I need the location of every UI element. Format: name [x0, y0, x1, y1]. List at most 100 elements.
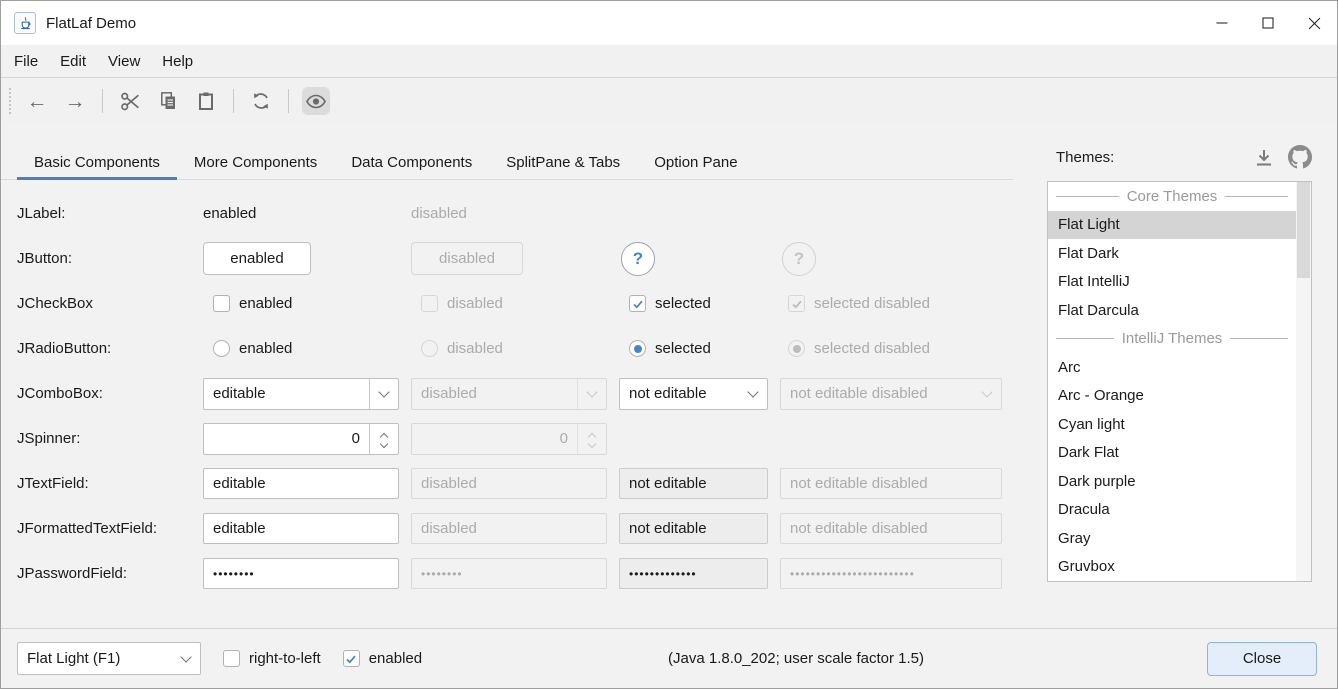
back-icon[interactable]: ← — [23, 87, 51, 115]
spinner-disabled: 0 — [411, 423, 607, 455]
radio-circle[interactable] — [213, 340, 230, 357]
show-hidden-eye-icon[interactable] — [302, 87, 330, 115]
password-field-not-editable: ••••••••••••• — [619, 558, 768, 589]
row-label: JFormattedTextField: — [17, 520, 191, 537]
disabled-button: disabled — [411, 242, 523, 275]
row-label: JSpinner: — [17, 430, 191, 447]
spinner-arrows[interactable] — [369, 424, 398, 454]
theme-list-item[interactable]: Dark purple — [1048, 467, 1296, 496]
theme-list-item[interactable]: Gray — [1048, 524, 1296, 553]
spinner[interactable]: 0 — [203, 423, 399, 455]
close-window-button[interactable] — [1291, 1, 1337, 45]
row-label: JLabel: — [17, 205, 191, 222]
toolbar-separator — [288, 89, 289, 113]
themes-label: Themes: — [1056, 149, 1114, 166]
theme-list-item[interactable]: Dracula — [1048, 496, 1296, 525]
window-title: FlatLaf Demo — [46, 15, 136, 32]
chevron-down-icon — [577, 379, 606, 409]
paste-icon[interactable] — [192, 87, 220, 115]
textfield-disabled: disabled — [411, 468, 607, 499]
github-icon[interactable] — [1288, 145, 1312, 169]
checkbox-enabled[interactable]: enabled — [213, 295, 292, 312]
scrollbar-thumb[interactable] — [1297, 182, 1310, 278]
theme-list-item[interactable]: Flat Darcula — [1048, 296, 1296, 325]
row-label: JPasswordField: — [17, 565, 191, 582]
combobox-disabled: disabled — [411, 378, 607, 410]
checkbox-box[interactable] — [223, 650, 240, 667]
checkbox-box[interactable] — [213, 295, 230, 312]
java-app-icon — [14, 12, 36, 34]
app-window: FlatLaf Demo FileEditViewHelp ← → — [0, 0, 1338, 689]
right-to-left-checkbox[interactable]: right-to-left — [223, 650, 321, 667]
row-label: JComboBox: — [17, 385, 191, 402]
themes-list: Core ThemesFlat LightFlat DarkFlat Intel… — [1047, 181, 1312, 582]
label-enabled: enabled — [203, 205, 256, 222]
status-bar: Flat Light (F1) right-to-left enabled (J… — [1, 628, 1337, 688]
formatted-textfield-editable[interactable]: editable — [203, 513, 399, 544]
password-field-editable[interactable]: •••••••• — [203, 558, 399, 589]
theme-list-item[interactable]: Dark Flat — [1048, 439, 1296, 468]
radio-selected-disabled: selected disabled — [788, 340, 930, 357]
close-button[interactable]: Close — [1207, 642, 1317, 676]
checkbox-selected[interactable]: selected — [629, 295, 711, 312]
laf-combobox[interactable]: Flat Light (F1) — [17, 642, 201, 675]
menu-item[interactable]: Edit — [49, 45, 97, 78]
theme-list-item[interactable]: Core Themes — [1048, 182, 1296, 211]
menu-item[interactable]: View — [97, 45, 151, 78]
radio-selected[interactable]: selected — [629, 340, 711, 357]
menu-item[interactable]: Help — [151, 45, 204, 78]
combobox-not-editable[interactable]: not editable — [619, 378, 768, 410]
theme-list-item[interactable]: Arc - Orange — [1048, 382, 1296, 411]
combobox-editable[interactable]: editable — [203, 378, 399, 410]
enabled-checkbox[interactable]: enabled — [343, 650, 422, 667]
toolbar-grip[interactable] — [9, 88, 11, 114]
tab[interactable]: Data Components — [334, 145, 489, 179]
chevron-down-icon — [972, 379, 1001, 409]
textfield-editable[interactable]: editable — [203, 468, 399, 499]
combobox-not-editable-disabled: not editable disabled — [780, 378, 1002, 410]
minimize-button[interactable] — [1199, 1, 1245, 45]
forward-icon[interactable]: → — [61, 87, 89, 115]
row-label: JTextField: — [17, 475, 191, 492]
download-icon[interactable] — [1254, 149, 1274, 167]
maximize-button[interactable] — [1245, 1, 1291, 45]
password-field-disabled: •••••••• — [411, 558, 607, 589]
tab[interactable]: Option Pane — [637, 145, 754, 179]
row-label: JCheckBox — [17, 295, 191, 312]
radio-enabled[interactable]: enabled — [213, 340, 292, 357]
checkbox-box[interactable] — [629, 295, 646, 312]
help-button[interactable]: ? — [621, 242, 655, 276]
formatted-textfield-disabled: disabled — [411, 513, 607, 544]
row-label: JButton: — [17, 250, 191, 267]
checkbox-box[interactable] — [343, 650, 360, 667]
tab-bar: Basic ComponentsMore ComponentsData Comp… — [1, 145, 1013, 180]
chevron-down-icon[interactable] — [738, 379, 767, 409]
copy-icon[interactable] — [154, 87, 182, 115]
tab[interactable]: SplitPane & Tabs — [489, 145, 637, 179]
themes-scrollbar[interactable] — [1296, 182, 1311, 581]
password-field-not-editable-disabled: •••••••••••••••••••••••• — [780, 558, 1002, 589]
menu-item[interactable]: File — [3, 45, 49, 78]
chevron-down-icon[interactable] — [171, 643, 200, 674]
row-label: JRadioButton: — [17, 340, 191, 357]
theme-list-item[interactable]: Arc — [1048, 353, 1296, 382]
theme-list-item[interactable]: Gruvbox — [1048, 553, 1296, 582]
theme-list-item[interactable]: IntelliJ Themes — [1048, 325, 1296, 354]
toolbar-separator — [102, 89, 103, 113]
label-disabled: disabled — [411, 205, 467, 222]
toolbar-separator — [233, 89, 234, 113]
theme-list-item[interactable]: Flat Light — [1048, 211, 1296, 240]
radio-circle — [421, 340, 438, 357]
radio-circle[interactable] — [629, 340, 646, 357]
refresh-icon[interactable] — [247, 87, 275, 115]
enabled-button[interactable]: enabled — [203, 242, 311, 275]
theme-list-item[interactable]: Flat Dark — [1048, 239, 1296, 268]
toolbar: ← → — [1, 79, 1337, 123]
theme-list-item[interactable]: Flat IntelliJ — [1048, 268, 1296, 297]
cut-icon[interactable] — [116, 87, 144, 115]
radio-circle — [788, 340, 805, 357]
tab[interactable]: More Components — [177, 145, 334, 179]
tab[interactable]: Basic Components — [17, 145, 177, 179]
chevron-down-icon[interactable] — [369, 379, 398, 409]
theme-list-item[interactable]: Cyan light — [1048, 410, 1296, 439]
